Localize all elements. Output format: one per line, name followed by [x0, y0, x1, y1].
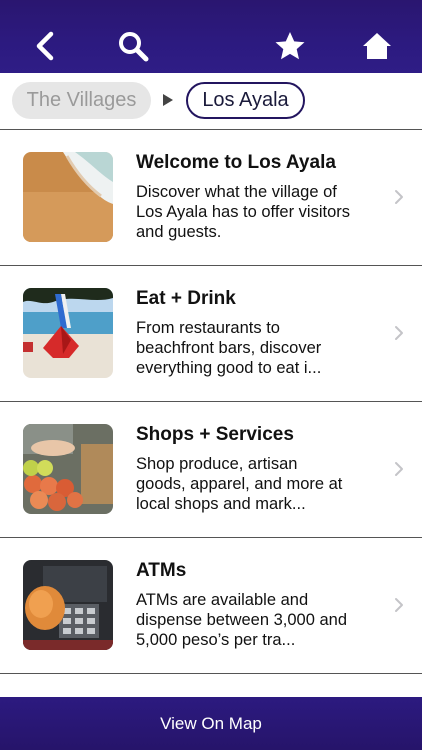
view-on-map-button[interactable]: View On Map [0, 697, 422, 750]
chevron-left-icon [36, 31, 54, 61]
chevron-right-icon [395, 326, 403, 340]
list-item-description: ATMs are available and dispense between … [136, 591, 348, 649]
beach-sand-thumbnail [23, 152, 113, 242]
breadcrumb: The Villages Los Ayala [0, 73, 422, 130]
list-item-welcome[interactable]: Welcome to Los Ayala Discover what the v… [0, 130, 422, 266]
search-button[interactable] [115, 28, 151, 64]
beach-umbrella-thumbnail [23, 288, 113, 378]
chevron-right-icon [395, 190, 403, 204]
list-item-description: From restaurants to beachfront bars, dis… [136, 319, 322, 377]
home-button[interactable] [359, 28, 395, 64]
list-item-description: Shop produce, artisan goods, apparel, an… [136, 455, 343, 513]
atm-keypad-thumbnail [23, 560, 113, 650]
list-item-title: Welcome to Los Ayala [136, 152, 336, 173]
list-item-description: Discover what the village of Los Ayala h… [136, 183, 351, 241]
breadcrumb-current: Los Ayala [186, 82, 305, 119]
breadcrumb-separator-icon [163, 94, 173, 106]
list-item-eat-drink[interactable]: Eat + Drink From restaurants to beachfro… [0, 266, 422, 402]
back-button[interactable] [27, 28, 63, 64]
list-item-title: ATMs [136, 560, 187, 581]
breadcrumb-parent[interactable]: The Villages [12, 82, 151, 119]
favorite-button[interactable] [272, 28, 308, 64]
list-item-atms[interactable]: ATMs ATMs are available and dispense bet… [0, 538, 422, 674]
list-item-title: Shops + Services [136, 424, 294, 445]
search-icon [119, 32, 149, 62]
top-navigation-bar [0, 0, 422, 73]
chevron-right-icon [395, 598, 403, 612]
home-icon [363, 33, 391, 59]
village-content-list: Welcome to Los Ayala Discover what the v… [0, 130, 422, 674]
market-produce-thumbnail [23, 424, 113, 514]
star-icon [275, 32, 305, 60]
chevron-right-icon [395, 462, 403, 476]
list-item-title: Eat + Drink [136, 288, 236, 309]
list-item-shops-services[interactable]: Shops + Services Shop produce, artisan g… [0, 402, 422, 538]
